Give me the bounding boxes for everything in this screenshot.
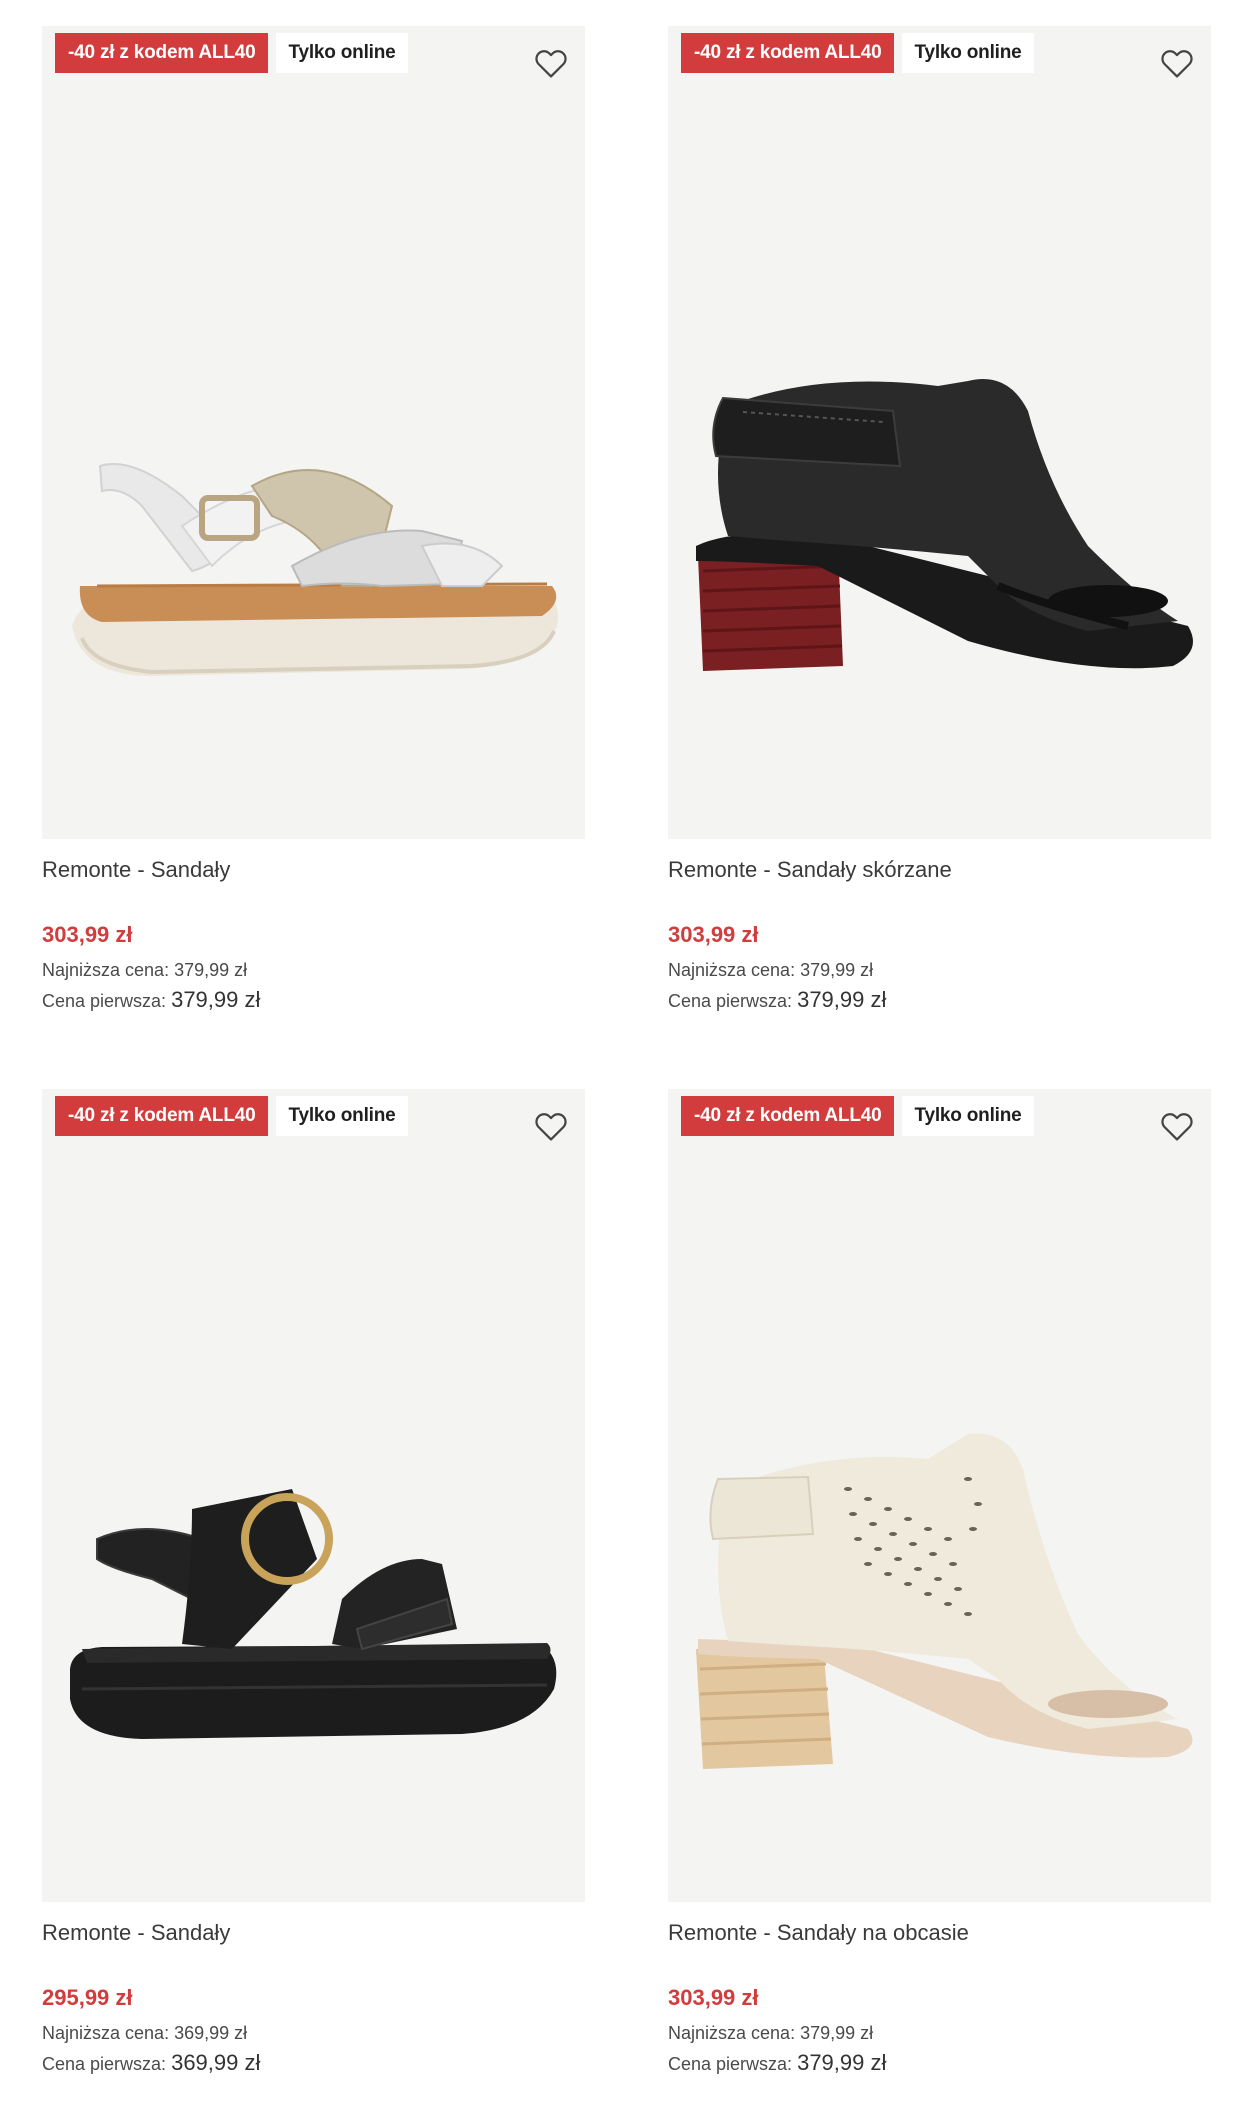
product-photo	[696, 1433, 1193, 1769]
product-price: 303,99 zł	[668, 922, 759, 947]
wishlist-heart-icon[interactable]	[1158, 1107, 1196, 1145]
wishlist-heart-icon[interactable]	[1158, 44, 1196, 82]
product-image[interactable]: -40 zł z kodem ALL40 Tylko online	[668, 26, 1211, 839]
promo-badge: -40 zł z kodem ALL40	[55, 33, 269, 73]
promo-badge: -40 zł z kodem ALL40	[55, 1096, 269, 1136]
original-price: Cena pierwsza: 369,99 zł	[42, 2050, 585, 2077]
product-card[interactable]: -40 zł z kodem ALL40 Tylko online Remont…	[668, 1089, 1211, 2077]
product-photo	[70, 1489, 557, 1739]
lowest-price: Najniższa cena: 379,99 zł	[42, 957, 585, 983]
original-price-value: 379,99 zł	[171, 987, 261, 1012]
lowest-price-label: Najniższa cena:	[668, 960, 796, 980]
product-image[interactable]: -40 zł z kodem ALL40 Tylko online	[42, 1089, 585, 1902]
promo-badge: -40 zł z kodem ALL40	[681, 1096, 895, 1136]
lowest-price-label: Najniższa cena:	[42, 960, 170, 980]
lowest-price: Najniższa cena: 369,99 zł	[42, 2020, 585, 2046]
product-price: 303,99 zł	[42, 922, 133, 947]
lowest-price: Najniższa cena: 379,99 zł	[668, 2020, 1211, 2046]
lowest-price-value: 379,99 zł	[800, 960, 874, 980]
original-price-value: 379,99 zł	[797, 987, 887, 1012]
lowest-price-value: 379,99 zł	[800, 2023, 874, 2043]
wishlist-heart-icon[interactable]	[532, 44, 570, 82]
product-image[interactable]: -40 zł z kodem ALL40 Tylko online	[668, 1089, 1211, 1902]
product-name[interactable]: Remonte - Sandały	[42, 1917, 585, 1949]
online-only-badge: Tylko online	[276, 1096, 408, 1136]
product-card[interactable]: -40 zł z kodem ALL40 Tylko online Remont…	[42, 26, 585, 1014]
wishlist-heart-icon[interactable]	[532, 1107, 570, 1145]
original-price-value: 379,99 zł	[797, 2050, 887, 2075]
product-photo	[696, 379, 1193, 671]
product-photo	[72, 463, 558, 676]
promo-badge: -40 zł z kodem ALL40	[681, 33, 895, 73]
product-price: 303,99 zł	[668, 1985, 759, 2010]
product-card[interactable]: -40 zł z kodem ALL40 Tylko online Remont…	[668, 26, 1211, 1014]
original-price-label: Cena pierwsza:	[42, 2054, 167, 2074]
lowest-price-label: Najniższa cena:	[42, 2023, 170, 2043]
product-name[interactable]: Remonte - Sandały na obcasie	[668, 1917, 1211, 1949]
original-price: Cena pierwsza: 379,99 zł	[668, 987, 1211, 1014]
original-price-label: Cena pierwsza:	[668, 991, 793, 1011]
product-name[interactable]: Remonte - Sandały	[42, 854, 585, 886]
original-price-value: 369,99 zł	[171, 2050, 261, 2075]
online-only-badge: Tylko online	[902, 33, 1034, 73]
product-card[interactable]: -40 zł z kodem ALL40 Tylko online Remont…	[42, 1089, 585, 2077]
original-price: Cena pierwsza: 379,99 zł	[668, 2050, 1211, 2077]
original-price-label: Cena pierwsza:	[42, 991, 167, 1011]
original-price: Cena pierwsza: 379,99 zł	[42, 987, 585, 1014]
product-price: 295,99 zł	[42, 1985, 133, 2010]
online-only-badge: Tylko online	[902, 1096, 1034, 1136]
online-only-badge: Tylko online	[276, 33, 408, 73]
lowest-price: Najniższa cena: 379,99 zł	[668, 957, 1211, 983]
lowest-price-value: 379,99 zł	[174, 960, 248, 980]
product-image[interactable]: -40 zł z kodem ALL40 Tylko online	[42, 26, 585, 839]
lowest-price-label: Najniższa cena:	[668, 2023, 796, 2043]
lowest-price-value: 369,99 zł	[174, 2023, 248, 2043]
product-name[interactable]: Remonte - Sandały skórzane	[668, 854, 1211, 886]
original-price-label: Cena pierwsza:	[668, 2054, 793, 2074]
